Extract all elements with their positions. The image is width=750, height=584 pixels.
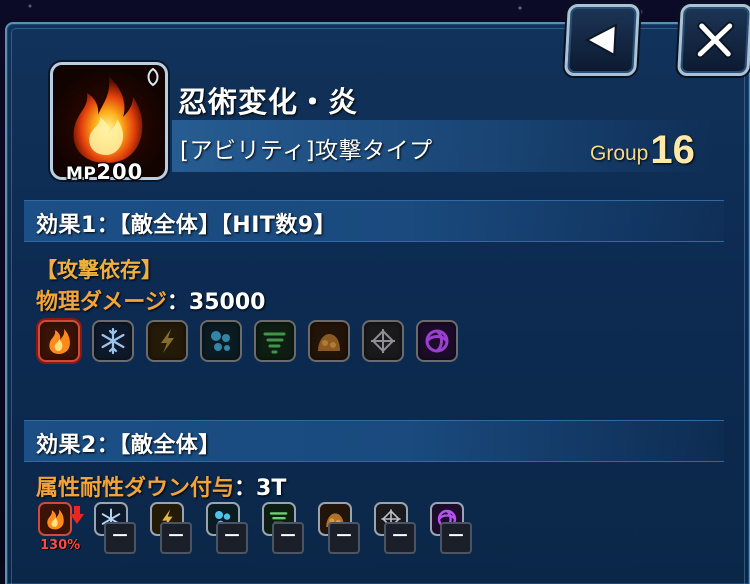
damage-value: 35000 [188,290,266,315]
resistance-row: 130% － － － － － － － [38,502,472,556]
fire-resist-percent: 130% [40,538,81,553]
water-icon [211,331,230,351]
wind-icon [263,332,286,354]
debuff-label: 属性耐性ダウン付与 [36,476,235,501]
attack-dependency-label: 【攻撃依存】 [36,258,162,282]
light-attribute [362,320,404,362]
light-resist: － [374,502,416,556]
ice-attribute [92,320,134,362]
earth-resist: － [318,502,360,556]
debuff-line: 属性耐性ダウン付与：3T [36,476,287,501]
effect2-header: 効果2：【敵全体】 [24,420,724,462]
water-resist: － [206,502,248,556]
group-number: 16 [650,128,695,172]
earth-attribute [308,320,350,362]
dark-resist: － [430,502,472,556]
effect1-header: 効果1：【敵全体】【HIT数9】 [24,200,724,242]
ice-resist: － [94,502,136,556]
down-arrow-icon [70,506,84,524]
fire-resist: 130% [38,502,84,556]
fire-icon [47,509,64,530]
damage-label: 物理ダメージ [36,290,167,315]
fire-attribute [38,320,80,362]
dark-icon [425,329,449,353]
back-button[interactable] [564,4,640,76]
lightning-icon [161,329,174,353]
light-icon [371,329,395,353]
lightning-attribute [146,320,188,362]
corner-ornament-icon [147,67,159,87]
water-attribute [200,320,242,362]
fire-icon [49,329,70,354]
back-arrow-icon [584,23,617,57]
attribute-row [38,320,458,362]
wind-attribute [254,320,296,362]
close-button[interactable] [677,4,750,76]
close-icon [695,21,735,59]
wind-resist: － [262,502,304,556]
skill-name: 忍術変化・炎 [178,85,359,119]
lightning-resist: － [150,502,192,556]
damage-line: 物理ダメージ：35000 [36,290,266,315]
skill-type: [アビリティ]攻撃タイプ [180,138,433,164]
earth-icon [318,334,340,351]
dark-attribute [416,320,458,362]
debuff-duration: 3T [256,476,287,501]
mp-cost: MP200 [66,160,144,184]
group-label: Group [590,142,649,165]
ice-icon [101,327,125,355]
group-indicator: Group16 [590,128,695,173]
